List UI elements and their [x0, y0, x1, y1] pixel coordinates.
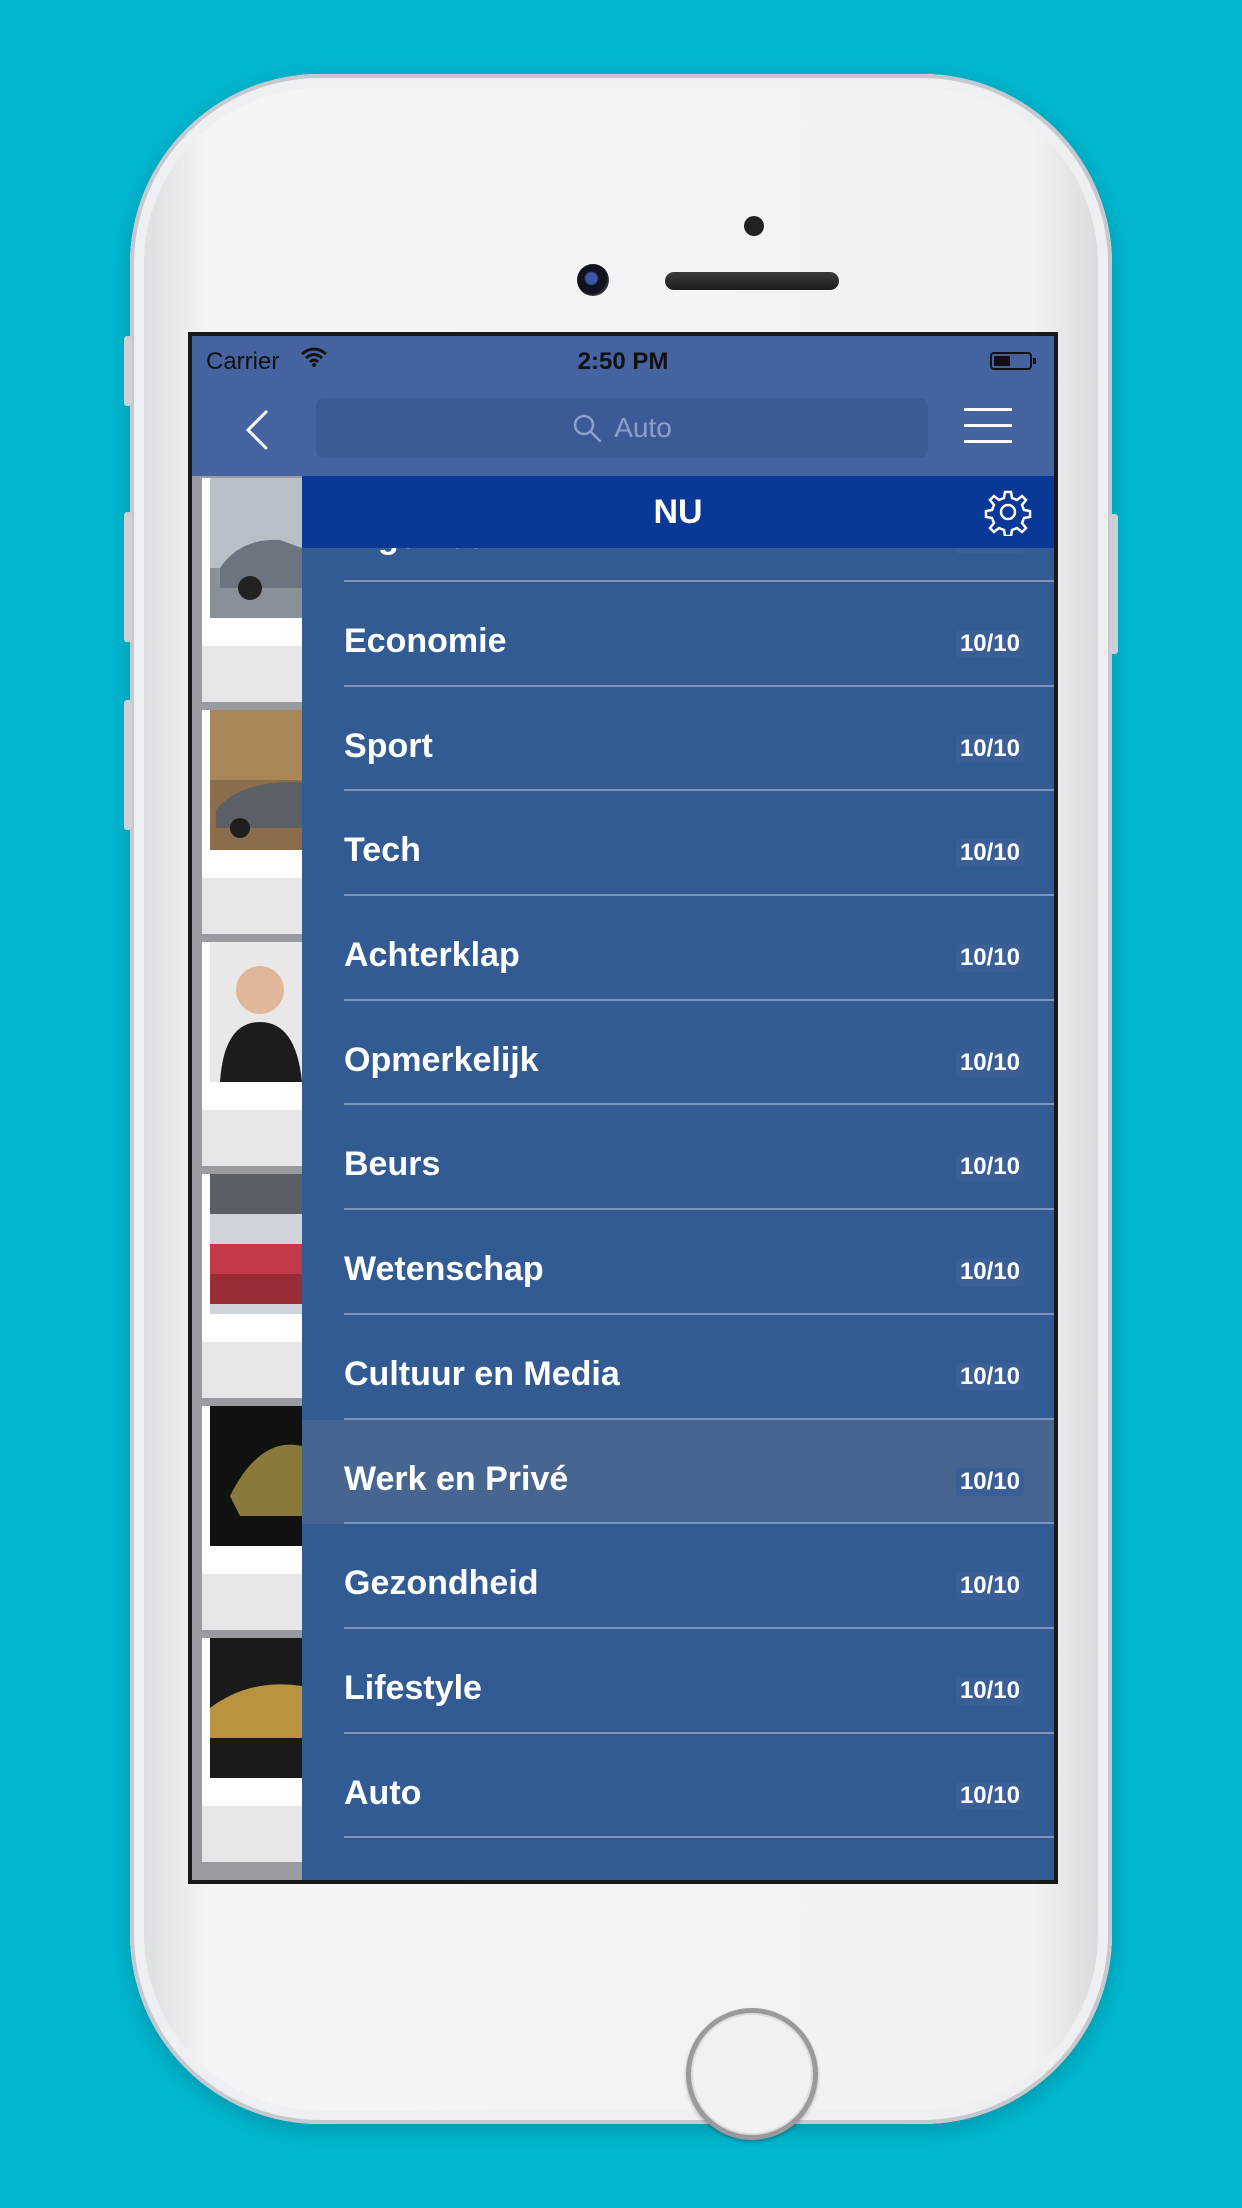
category-count: 10/10	[955, 1362, 1024, 1391]
drawer-header: NU	[302, 476, 1054, 548]
news-card[interactable]	[202, 1406, 302, 1630]
category-label: Lifestyle	[344, 1668, 482, 1707]
category-label: Sport	[344, 726, 433, 765]
category-item[interactable]: Achterklap 10/10	[302, 896, 1054, 1001]
category-count: 10/10	[955, 1048, 1024, 1077]
gear-icon[interactable]	[984, 488, 1032, 536]
news-card[interactable]	[202, 478, 302, 702]
power-button	[1110, 514, 1118, 654]
category-item[interactable]: Wetenschap 10/10	[302, 1210, 1054, 1315]
category-count: 10/10	[955, 839, 1024, 868]
earpiece-speaker	[665, 272, 839, 290]
news-card[interactable]	[202, 1638, 302, 1862]
news-thumbnail	[210, 1174, 302, 1314]
news-thumbnail	[210, 942, 302, 1082]
category-count: 10/10	[955, 1153, 1024, 1182]
news-thumbnail	[210, 1638, 302, 1778]
news-thumbnail	[210, 478, 302, 618]
category-count: 10/10	[955, 1572, 1024, 1601]
category-count: 10/10	[955, 944, 1024, 973]
news-card[interactable]	[202, 710, 302, 934]
category-item[interactable]: Tech 10/10	[302, 791, 1054, 897]
category-item[interactable]: Economie 10/10	[302, 582, 1054, 687]
category-label: Werk en Privé	[344, 1459, 569, 1498]
category-list: Algemeen10/10Economie10/10Sport10/10Tech…	[302, 516, 1054, 1839]
search-placeholder: Auto	[614, 412, 672, 443]
category-label: Gezondheid	[344, 1564, 539, 1603]
hamburger-menu-icon[interactable]	[964, 408, 1012, 452]
news-list	[192, 476, 302, 1880]
category-count: 10/10	[955, 1676, 1024, 1705]
category-item[interactable]: Gezondheid 10/10	[302, 1524, 1054, 1629]
status-time: 2:50 PM	[577, 348, 669, 375]
category-item[interactable]: Werk en Privé 10/10	[302, 1419, 1054, 1525]
category-label: Economie	[344, 622, 507, 660]
drawer-title: NU	[653, 492, 703, 531]
news-thumbnail	[210, 710, 302, 850]
volume-down-button	[124, 700, 132, 830]
battery-icon	[990, 352, 1036, 370]
category-count: 10/10	[955, 630, 1024, 658]
category-item[interactable]: Sport 10/10	[302, 687, 1054, 792]
volume-up-button	[124, 512, 132, 642]
category-label: Wetenschap	[344, 1250, 544, 1289]
category-count: 10/10	[955, 734, 1024, 763]
category-label: Beurs	[344, 1145, 441, 1184]
status-bar: Carrier 2:50 PM	[192, 336, 1054, 386]
back-arrow-icon[interactable]	[236, 406, 284, 454]
news-card[interactable]	[202, 942, 302, 1166]
news-card[interactable]	[202, 1174, 302, 1398]
category-item[interactable]: Opmerkelijk 10/10	[302, 1001, 1054, 1106]
category-count: 10/10	[955, 1781, 1024, 1810]
proximity-sensor	[744, 216, 764, 236]
category-drawer: Algemeen10/10Economie10/10Sport10/10Tech…	[302, 476, 1054, 1880]
category-label: Achterklap	[344, 936, 520, 975]
search-icon	[573, 414, 602, 443]
front-camera	[577, 264, 609, 296]
category-item[interactable]: Auto 10/10	[302, 1734, 1054, 1839]
category-label: Cultuur en Media	[344, 1354, 620, 1393]
category-item[interactable]: Beurs 10/10	[302, 1105, 1054, 1211]
home-button[interactable]	[686, 2008, 818, 2140]
category-count: 10/10	[955, 1258, 1024, 1287]
category-label: Auto	[344, 1773, 422, 1812]
news-thumbnail	[210, 1406, 302, 1546]
category-label: Opmerkelijk	[344, 1040, 539, 1079]
category-item[interactable]: Cultuur en Media 10/10	[302, 1315, 1054, 1420]
divider	[344, 1836, 1054, 1839]
search-input[interactable]: Auto	[316, 398, 928, 458]
navigation-bar: Auto	[192, 386, 1054, 476]
mute-switch	[124, 336, 132, 406]
phone-screen: Carrier 2:50 PM Auto Economie 10/10 Spor…	[188, 332, 1058, 1884]
category-label: Tech	[344, 831, 421, 870]
category-count: 10/10	[955, 1467, 1024, 1496]
category-item[interactable]: Lifestyle 10/10	[302, 1629, 1054, 1734]
